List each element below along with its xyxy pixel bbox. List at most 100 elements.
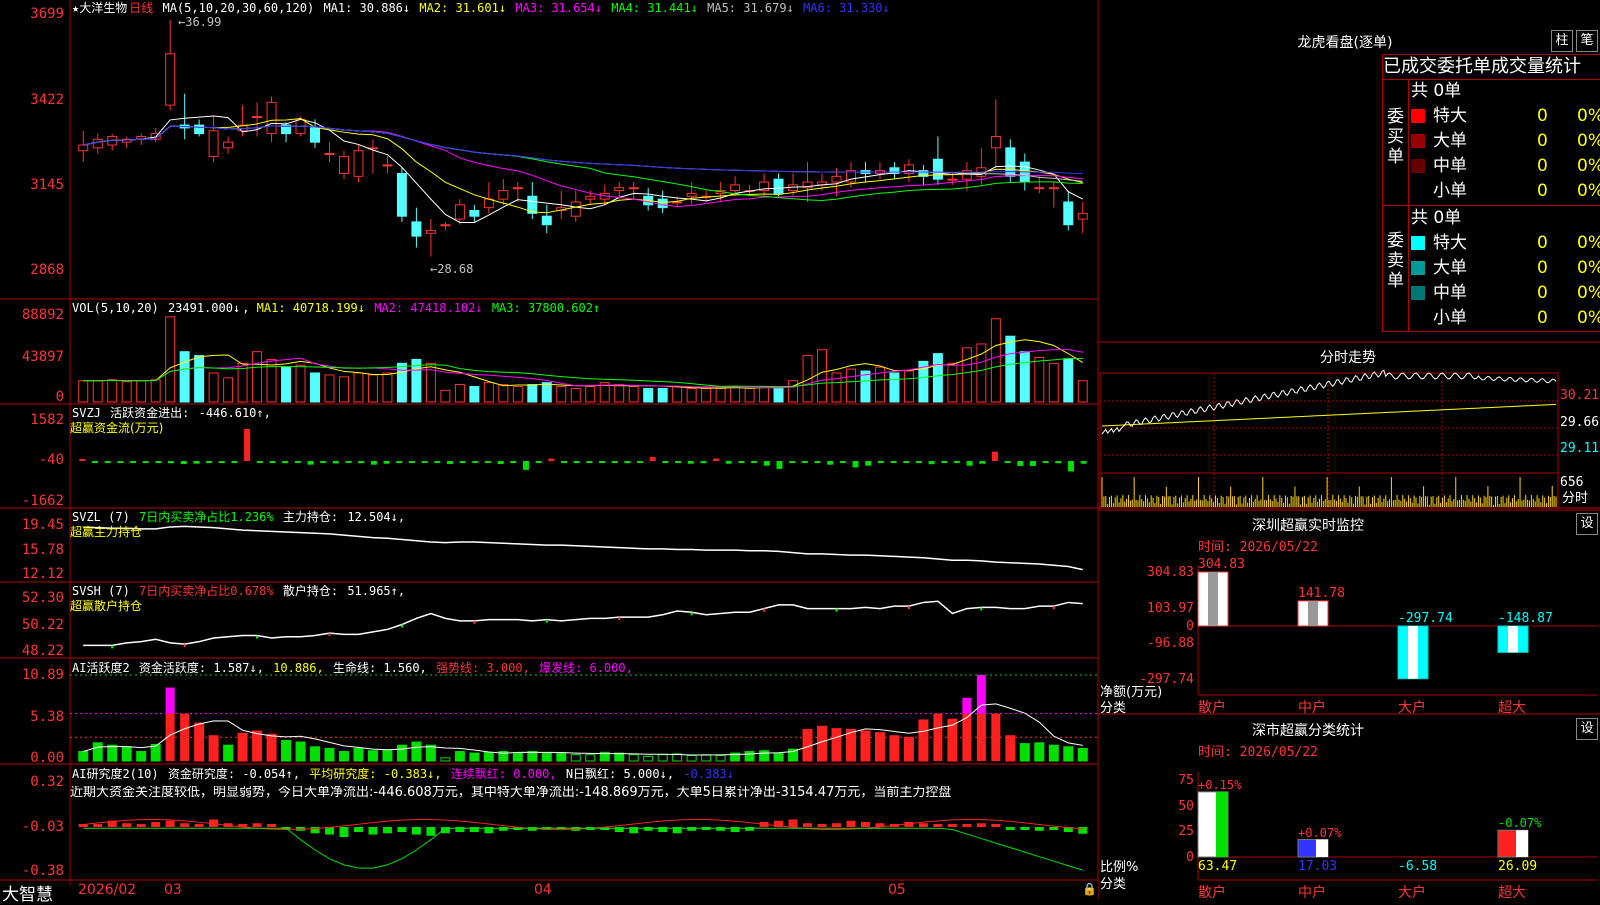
ai1-legend-item: 生命线: 1.560, — [332, 661, 434, 675]
cls-bar-shade — [1216, 791, 1228, 857]
ai2-bar — [1020, 827, 1030, 830]
svzj-tick: -1662 — [21, 493, 64, 509]
candle-body — [1077, 212, 1088, 220]
ai1-bar-top — [962, 697, 972, 714]
sz-bar-value: -148.87 — [1498, 611, 1553, 626]
volume-bars — [78, 316, 1088, 403]
cls-value-label: 63.47 — [1198, 859, 1238, 874]
order-class-name: 小单 — [1433, 308, 1467, 328]
ai2-bar — [353, 827, 363, 833]
bar-mode-button[interactable]: 柱 — [1551, 30, 1573, 52]
candle-body — [194, 124, 205, 135]
intraday-title: 分时走势 — [1320, 350, 1376, 366]
cls-category: 中户 — [1298, 885, 1326, 901]
sz-tick: 103.97 — [1147, 600, 1194, 616]
candle-body — [454, 204, 465, 220]
volume-bar — [78, 380, 89, 403]
svzj-bar — [1042, 461, 1049, 463]
volume-bar — [382, 372, 393, 403]
sz-monitor-settings-button[interactable]: 设 — [1576, 513, 1598, 535]
ai1-header: AI活跃度2 — [72, 661, 130, 675]
cls-tick: 25 — [1178, 824, 1194, 840]
vol-tick: 88892 — [21, 307, 64, 323]
svzj-bars — [79, 428, 1087, 472]
period-label[interactable]: 日线 — [129, 1, 153, 15]
candle-body — [686, 192, 697, 197]
ai1-tick: 5.38 — [30, 709, 64, 725]
volume-bar — [788, 380, 799, 403]
order-count: 0 — [1537, 106, 1548, 126]
ai1-bar — [831, 728, 842, 762]
panel-borders — [0, 0, 1600, 900]
candle-body — [440, 224, 451, 227]
order-pct: 0% — [1577, 106, 1600, 126]
svzj-bar — [827, 461, 834, 465]
svzj-bar — [776, 461, 783, 469]
ai1-bar — [223, 744, 234, 762]
svzj-bar — [446, 461, 453, 464]
lock-icon[interactable]: 🔒 — [1082, 882, 1097, 896]
ai1-bar — [1005, 735, 1016, 762]
svzj-bar — [548, 458, 555, 461]
brand-label[interactable]: 大智慧 — [2, 880, 53, 905]
volume-bar — [845, 368, 856, 403]
ai1-bar — [107, 744, 118, 762]
volume-bar — [672, 386, 683, 403]
buy-orders-label: 委买单 — [1387, 107, 1404, 167]
ai1-bar — [92, 742, 103, 762]
ai1-legend: AI活跃度2 资金活跃度: 1.587↓, 10.886, 生命线: 1.560… — [72, 661, 637, 675]
color-swatch — [1411, 184, 1425, 198]
sz-bar-value: 304.83 — [1198, 557, 1245, 572]
ai1-bar — [933, 713, 943, 761]
moving-average-lines — [83, 115, 1083, 223]
svzj-bar — [915, 461, 922, 463]
svzj-bar — [130, 461, 137, 463]
sz-tick: 0 — [1186, 619, 1194, 634]
ai1-life-line — [83, 703, 1083, 756]
candlestick-series — [78, 19, 1088, 257]
ai1-bar — [976, 713, 986, 761]
volume-bar — [1077, 380, 1088, 403]
svzj-bar — [155, 461, 162, 463]
svzl-label: 主力持仓: — [282, 510, 339, 524]
volume-bar — [353, 372, 364, 403]
vol-value: 23491.000↓ — [167, 301, 241, 315]
price-tick: 3145 — [30, 177, 64, 193]
ai2-legend-item: 平均研究度: -0.383↓, — [309, 767, 449, 781]
candle-body — [585, 195, 596, 200]
svzj-bar — [231, 461, 238, 463]
svzl-tick: 15.78 — [21, 542, 64, 558]
volume-bar — [585, 386, 596, 403]
ai1-bar — [324, 747, 335, 762]
volume-bar — [179, 351, 190, 403]
candle-body — [730, 184, 741, 192]
ai1-bar — [367, 750, 378, 762]
candle-body — [1048, 187, 1059, 190]
stock-name[interactable]: ★大洋生物 — [72, 1, 127, 15]
svzj-bar — [408, 461, 415, 463]
order-count: 0 — [1537, 181, 1548, 201]
volume-bar — [759, 386, 770, 403]
volume-bar — [1048, 362, 1059, 403]
ai2-tick: 0.32 — [30, 774, 64, 790]
price-tick: 3422 — [30, 92, 64, 108]
ai1-tick: 10.89 — [21, 667, 64, 683]
intraday-tick: 29.66 — [1560, 415, 1600, 430]
ai1-bar — [136, 751, 147, 762]
order-count: 0 — [1537, 131, 1548, 151]
volume-bar — [556, 386, 567, 403]
order-class-name: 特大 — [1433, 233, 1467, 253]
svsh-tick — [980, 607, 983, 611]
ai2-tick: -0.03 — [21, 819, 64, 835]
ai1-bar — [628, 754, 639, 762]
sz-class-settings-button[interactable]: 设 — [1576, 718, 1598, 740]
ma-legend-item: MA3: 31.654↓ — [515, 1, 610, 15]
ai1-bar — [860, 730, 871, 762]
svzl-line — [83, 525, 1083, 571]
ai1-bar — [874, 732, 885, 762]
order-row: 小单 0 0% — [1411, 179, 1600, 203]
ai2-bar — [918, 823, 928, 827]
intraday-price-line — [1101, 369, 1557, 435]
tick-mode-button[interactable]: 笔 — [1576, 30, 1598, 52]
ai1-bar — [338, 751, 349, 762]
